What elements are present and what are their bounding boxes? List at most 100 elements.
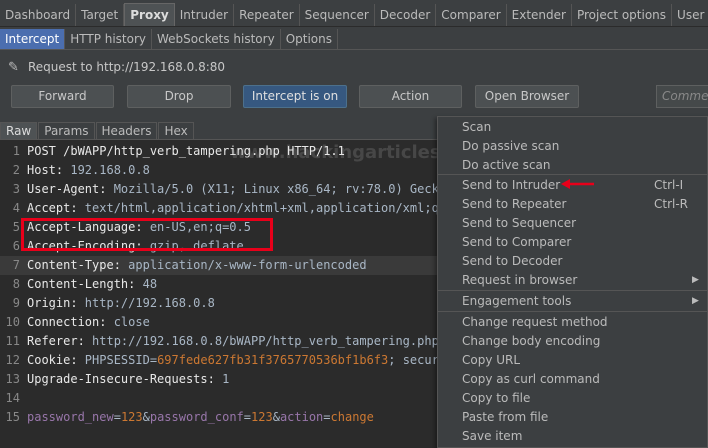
menu-item-label: Copy URL bbox=[462, 353, 521, 367]
tab-extender[interactable]: Extender bbox=[507, 4, 572, 26]
param-key: action bbox=[279, 410, 324, 424]
drop-button[interactable]: Drop bbox=[127, 85, 231, 108]
header-value: en-US,en;q=0.5 bbox=[142, 220, 251, 234]
tab-target[interactable]: Target bbox=[76, 4, 125, 26]
param-value: 123 bbox=[120, 410, 143, 424]
menu-item-copy-to-file[interactable]: Copy to file bbox=[438, 389, 708, 408]
menu-item-save-item[interactable]: Save item bbox=[438, 427, 708, 446]
submenu-arrow-icon: ▶ bbox=[692, 275, 699, 285]
proxy-sub-tab-bar: Intercept HTTP history WebSockets history O… bbox=[0, 27, 708, 50]
header-value: application/x-www-form-urlencoded bbox=[120, 258, 367, 272]
tab-sequencer[interactable]: Sequencer bbox=[300, 4, 375, 26]
header-value: Mozilla/5.0 (X11; Linux x86_64; rv:78.0)… bbox=[106, 182, 454, 196]
menu-item-send-to-comparer[interactable]: Send to Comparer bbox=[438, 233, 708, 252]
line-content: Accept-Encoding: gzip, deflate bbox=[27, 237, 244, 256]
line-number: 4 bbox=[12, 201, 20, 215]
header-name: Content-Length: bbox=[27, 277, 136, 291]
line-content: Content-Type: application/x-www-form-url… bbox=[27, 256, 367, 275]
editor-tab-raw[interactable]: Raw bbox=[0, 122, 38, 139]
tab-project-options[interactable]: Project options bbox=[572, 4, 673, 26]
line-content: Content-Length: 48 bbox=[27, 275, 157, 294]
equals-sign: = bbox=[113, 410, 121, 424]
menu-item-change-body-encoding[interactable]: Change body encoding bbox=[438, 332, 708, 351]
subtab-intercept[interactable]: Intercept bbox=[0, 29, 66, 49]
tab-repeater[interactable]: Repeater bbox=[234, 4, 300, 26]
open-browser-button[interactable]: Open Browser bbox=[475, 85, 579, 108]
context-menu: Scan Do passive scan Do active scan Send to… bbox=[437, 116, 708, 448]
editor-tab-hex[interactable]: Hex bbox=[158, 122, 194, 139]
menu-item-label: Send to Intruder bbox=[462, 178, 561, 192]
main-tab-bar: Dashboard Target Proxy Intruder Repeater Sequ… bbox=[0, 0, 708, 27]
line-number: 5 bbox=[12, 220, 20, 234]
line-content: Host: 192.168.0.8 bbox=[27, 161, 150, 180]
menu-item-label: Engagement tools bbox=[462, 294, 572, 308]
header-value: 48 bbox=[135, 277, 158, 291]
subtab-http-history[interactable]: HTTP history bbox=[65, 29, 153, 49]
menu-item-label: Send to Sequencer bbox=[462, 216, 577, 230]
menu-item-send-to-decoder[interactable]: Send to Decoder bbox=[438, 252, 708, 271]
menu-item-copy-as-curl-command[interactable]: Copy as curl command bbox=[438, 370, 708, 389]
menu-item-label: Scan bbox=[462, 120, 492, 134]
line-number: 13 bbox=[5, 372, 20, 386]
menu-item-label: Do active scan bbox=[462, 158, 551, 172]
editor-tab-params[interactable]: Params bbox=[38, 122, 95, 139]
menu-item-copy-url[interactable]: Copy URL bbox=[438, 351, 708, 370]
intercept-toggle-button[interactable]: Intercept is on bbox=[243, 85, 347, 108]
param-key: password_conf bbox=[149, 410, 244, 424]
tab-decoder[interactable]: Decoder bbox=[375, 4, 437, 26]
menu-item-label: Do passive scan bbox=[462, 139, 560, 153]
tab-intruder[interactable]: Intruder bbox=[175, 4, 235, 26]
header-name: Accept-Encoding: bbox=[27, 239, 143, 253]
line-content: Referer: http://192.168.0.8/bWAPP/http_v… bbox=[27, 332, 439, 351]
param-key: password_new bbox=[27, 410, 114, 424]
menu-item-request-in-browser[interactable]: Request in browser ▶ bbox=[438, 271, 708, 290]
line-number: 10 bbox=[5, 315, 20, 329]
menu-item-do-passive-scan[interactable]: Do passive scan bbox=[438, 137, 708, 156]
submenu-arrow-icon: ▶ bbox=[692, 296, 699, 306]
request-target: ✎ Request to http://192.168.0.8:80 bbox=[8, 58, 225, 76]
header-name: Cookie: bbox=[27, 353, 78, 367]
header-value: gzip, deflate bbox=[142, 239, 244, 253]
header-value: close bbox=[106, 315, 150, 329]
message-editor-tabs: Raw Params Headers Hex bbox=[0, 121, 440, 140]
action-button[interactable]: Action bbox=[359, 85, 462, 108]
menu-item-label: Save item bbox=[462, 429, 523, 443]
header-name: Accept-Language: bbox=[27, 220, 143, 234]
header-value: http://192.168.0.8 bbox=[77, 296, 215, 310]
equals-sign: = bbox=[243, 410, 252, 424]
menu-item-label: Copy to file bbox=[462, 391, 531, 405]
menu-item-send-to-repeater[interactable]: Send to Repeater Ctrl-R bbox=[438, 195, 708, 214]
line-content: Connection: close bbox=[27, 313, 150, 332]
ampersand: & bbox=[272, 410, 280, 424]
ampersand: & bbox=[142, 410, 150, 424]
line-number: 8 bbox=[12, 277, 20, 291]
forward-button[interactable]: Forward bbox=[11, 85, 114, 108]
menu-item-label: Request in browser bbox=[462, 273, 578, 287]
subtab-websockets-history[interactable]: WebSockets history bbox=[152, 29, 281, 49]
header-value: 1 bbox=[214, 372, 230, 386]
annotation-arrow-icon bbox=[561, 179, 594, 189]
line-content: Cookie: PHPSESSID=697fede627fb31f3765770… bbox=[27, 351, 453, 370]
menu-item-shortcut: Ctrl-R bbox=[654, 197, 689, 211]
line-content: User-Agent: Mozilla/5.0 (X11; Linux x86_… bbox=[27, 180, 453, 199]
menu-item-do-active-scan[interactable]: Do active scan bbox=[438, 156, 708, 175]
comment-field[interactable]: Comme bbox=[656, 85, 708, 108]
cookie-value: 697fede627fb31f3765770536bf1b6f3 bbox=[157, 353, 389, 367]
request-target-label: Request to http://192.168.0.8:80 bbox=[28, 60, 226, 74]
tab-dashboard[interactable]: Dashboard bbox=[0, 4, 77, 26]
subtab-options[interactable]: Options bbox=[281, 29, 338, 49]
header-value: PHPSESSID= bbox=[77, 353, 158, 367]
tab-comparer[interactable]: Comparer bbox=[436, 4, 507, 26]
menu-item-label: Paste from file bbox=[462, 410, 549, 424]
line-number: 14 bbox=[5, 391, 20, 405]
tab-proxy[interactable]: Proxy bbox=[124, 3, 175, 26]
menu-item-change-request-method[interactable]: Change request method bbox=[438, 313, 708, 332]
editor-tab-headers[interactable]: Headers bbox=[95, 122, 158, 139]
menu-item-paste-from-file[interactable]: Paste from file bbox=[438, 408, 708, 427]
menu-item-scan[interactable]: Scan bbox=[438, 118, 708, 137]
menu-item-label: Change body encoding bbox=[462, 334, 601, 348]
line-number: 11 bbox=[5, 334, 20, 348]
tab-user-op[interactable]: User op bbox=[672, 4, 708, 26]
menu-item-send-to-sequencer[interactable]: Send to Sequencer bbox=[438, 214, 708, 233]
menu-item-engagement-tools[interactable]: Engagement tools ▶ bbox=[438, 292, 708, 311]
